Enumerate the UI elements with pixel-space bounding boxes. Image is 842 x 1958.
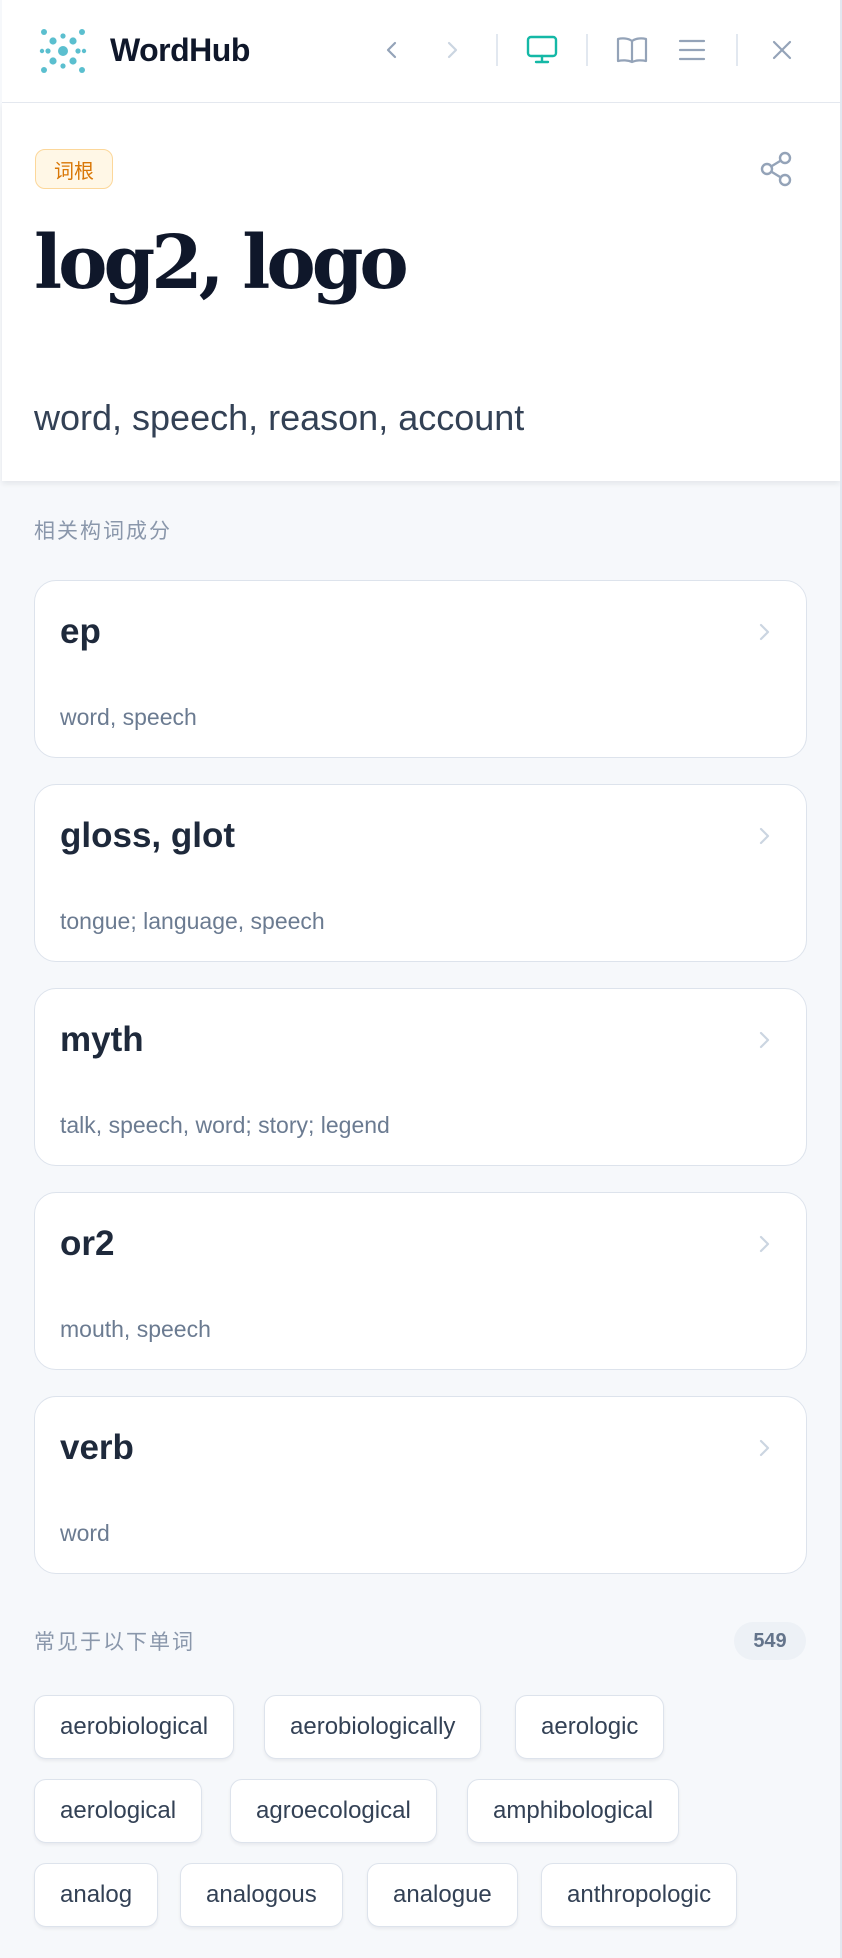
brand-name: WordHub <box>110 32 250 68</box>
root-type-badge: 词根 <box>35 149 113 189</box>
chevron-right-icon <box>759 1031 770 1049</box>
word-chip[interactable]: aerobiologically <box>264 1695 482 1759</box>
close-button[interactable] <box>760 28 804 72</box>
app-page: WordHub 词根 log2, logo word, speech, reas… <box>0 0 842 1958</box>
related-card-title: myth <box>60 1020 144 1059</box>
wordhub-logo-icon[interactable] <box>38 26 88 76</box>
related-card-meaning: word, speech <box>60 704 197 730</box>
related-card[interactable]: myth talk, speech, word; story; legend <box>34 988 807 1166</box>
word-chip[interactable]: anthropologic <box>541 1863 738 1927</box>
chevron-right-icon <box>759 1235 770 1253</box>
header-divider <box>496 34 498 66</box>
related-card-meaning: talk, speech, word; story; legend <box>60 1112 390 1138</box>
word-chip[interactable]: aerobiological <box>34 1695 235 1759</box>
related-card-meaning: word <box>60 1520 110 1546</box>
related-card[interactable]: or2 mouth, speech <box>34 1192 807 1370</box>
word-chip[interactable]: agroecological <box>230 1779 437 1843</box>
related-card[interactable]: verb word <box>34 1396 807 1574</box>
word-chip[interactable]: amphibological <box>467 1779 680 1843</box>
chevron-right-icon <box>759 1439 770 1457</box>
chevron-right-icon <box>759 623 770 641</box>
word-chip[interactable]: aerologic <box>515 1695 665 1759</box>
chevron-right-icon <box>759 827 770 845</box>
word-chip[interactable]: analogue <box>367 1863 518 1927</box>
share-icon <box>760 151 792 187</box>
menu-button[interactable] <box>670 28 714 72</box>
word-chip[interactable]: analogous <box>180 1863 343 1927</box>
back-button[interactable] <box>370 28 414 72</box>
root-header-card: 词根 log2, logo word, speech, reason, acco… <box>2 103 840 481</box>
word-chip[interactable]: analog <box>34 1863 159 1927</box>
related-card-title: verb <box>60 1428 134 1467</box>
share-button[interactable] <box>754 147 798 191</box>
related-card[interactable]: gloss, glot tongue; language, speech <box>34 784 807 962</box>
related-card-meaning: tongue; language, speech <box>60 908 325 934</box>
header-divider <box>586 34 588 66</box>
book-open-icon <box>616 37 648 64</box>
word-count-badge: 549 <box>734 1622 806 1660</box>
chevron-right-icon <box>447 41 458 59</box>
related-card-meaning: mouth, speech <box>60 1316 211 1342</box>
related-card-title: or2 <box>60 1224 115 1263</box>
word-chip[interactable]: aerological <box>34 1779 203 1843</box>
reading-mode-button[interactable] <box>610 28 654 72</box>
desktop-view-button[interactable] <box>520 28 564 72</box>
forward-button[interactable] <box>430 28 474 72</box>
menu-icon <box>678 39 706 61</box>
header-divider <box>736 34 738 66</box>
related-card-title: ep <box>60 612 101 651</box>
root-title: log2, logo <box>34 220 409 306</box>
root-meaning: word, speech, reason, account <box>34 397 525 438</box>
related-card[interactable]: ep word, speech <box>34 580 807 758</box>
related-section-label: 相关构词成分 <box>34 519 172 543</box>
words-section-label: 常见于以下单词 <box>34 1630 195 1654</box>
app-header: WordHub <box>2 0 840 103</box>
close-icon <box>772 40 792 60</box>
related-card-title: gloss, glot <box>60 816 235 855</box>
monitor-icon <box>526 35 558 64</box>
chevron-left-icon <box>386 41 397 59</box>
